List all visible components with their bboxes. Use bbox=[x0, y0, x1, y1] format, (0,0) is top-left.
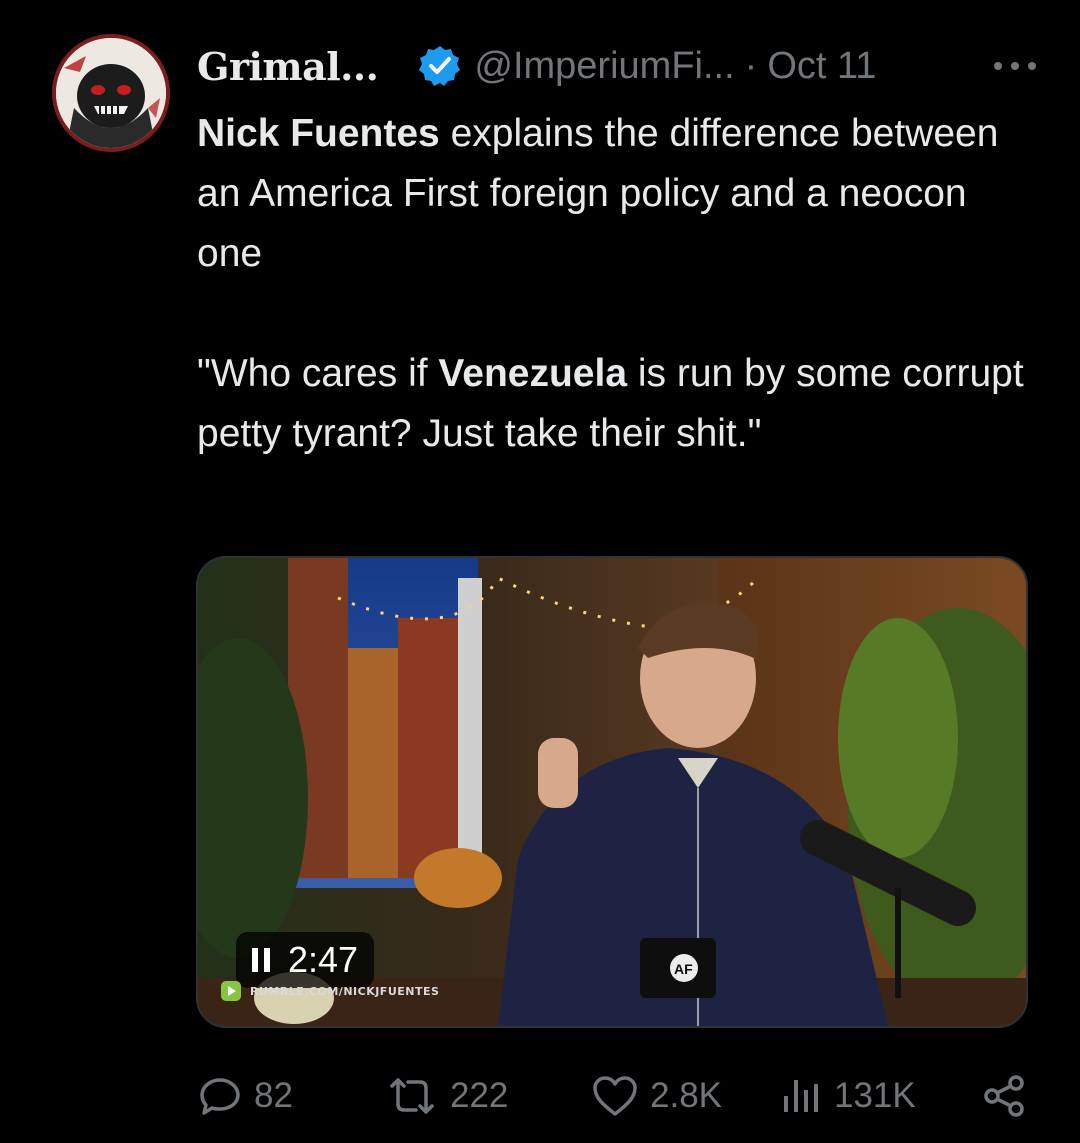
verified-badge-icon[interactable] bbox=[418, 44, 462, 88]
video-watermark: RUMBLE.COM/NICKJFUENTES bbox=[220, 980, 439, 1002]
repost-icon[interactable] bbox=[384, 1072, 440, 1120]
tweet[interactable]: Grimal... @ImperiumFi... · Oct 11 Nick F… bbox=[0, 0, 1080, 1143]
tweet-text-paragraph-2: "Who cares if Venezuela is run by some c… bbox=[197, 344, 1037, 464]
avatar[interactable] bbox=[52, 34, 170, 152]
like-button[interactable]: 2.8K bbox=[590, 1072, 722, 1120]
action-bar: 82 222 2.8K 131K bbox=[196, 1066, 1028, 1126]
bold-venezuela: Venezuela bbox=[438, 352, 628, 395]
reply-button[interactable]: 82 bbox=[196, 1072, 293, 1120]
quote-start: "Who cares if bbox=[197, 352, 439, 395]
tweet-date[interactable]: Oct 11 bbox=[767, 45, 876, 88]
reply-icon[interactable] bbox=[196, 1072, 244, 1120]
author-display-name[interactable]: Grimal... bbox=[197, 44, 379, 89]
heart-icon[interactable] bbox=[590, 1072, 640, 1120]
share-icon[interactable] bbox=[980, 1072, 1028, 1120]
tweet-text: Nick Fuentes explains the difference bet… bbox=[197, 104, 1037, 464]
more-icon[interactable] bbox=[990, 56, 1040, 76]
author-handle[interactable]: @ImperiumFi... bbox=[474, 45, 734, 88]
views-count: 131K bbox=[834, 1076, 916, 1115]
like-count: 2.8K bbox=[650, 1076, 722, 1115]
video-player[interactable]: AF 2:47 RUMBLE.COM/NICKJFUENTES bbox=[196, 556, 1028, 1028]
mug-logo: AF bbox=[674, 961, 693, 977]
pause-icon[interactable] bbox=[250, 946, 272, 974]
watermark-text: RUMBLE.COM/NICKJFUENTES bbox=[250, 984, 440, 998]
rumble-icon bbox=[220, 980, 242, 1002]
reply-count: 82 bbox=[254, 1076, 293, 1115]
video-duration: 2:47 bbox=[288, 939, 359, 980]
views-icon[interactable] bbox=[776, 1072, 824, 1120]
tweet-header: Grimal... @ImperiumFi... · Oct 11 bbox=[197, 38, 1040, 94]
views-button[interactable]: 131K bbox=[776, 1072, 916, 1120]
mention-nick-fuentes: Nick Fuentes bbox=[197, 112, 440, 155]
repost-count: 222 bbox=[450, 1076, 509, 1115]
tweet-text-paragraph-1: Nick Fuentes explains the difference bet… bbox=[197, 104, 1037, 284]
share-button[interactable] bbox=[980, 1072, 1028, 1120]
separator-dot: · bbox=[744, 44, 758, 87]
repost-button[interactable]: 222 bbox=[384, 1072, 508, 1120]
